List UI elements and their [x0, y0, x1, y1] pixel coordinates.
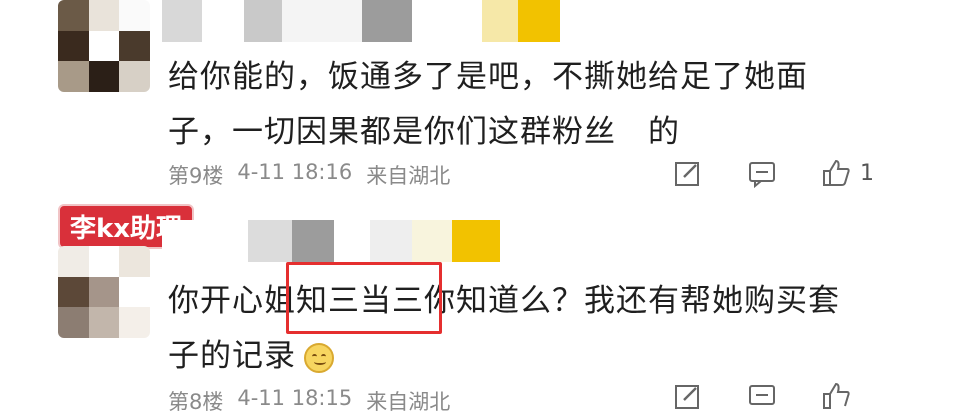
thumb-up-icon[interactable]	[818, 378, 854, 413]
reply-icon[interactable]	[744, 378, 780, 413]
reply-icon[interactable]	[744, 155, 780, 191]
comment-text-line: 子的记录	[168, 329, 840, 384]
comment-text-line: 给你能的，饭通多了是吧，不撕她给足了她面	[168, 59, 808, 95]
text-segment: 子的记录	[168, 338, 296, 374]
avatar[interactable]	[58, 246, 150, 338]
timestamp: 4-11 18:16	[237, 160, 353, 184]
text-segment: 你知道么？我还有帮她购买套	[424, 283, 840, 319]
location: 来自湖北	[366, 164, 451, 188]
text-segment: 你开心姐	[168, 283, 296, 319]
comment-item: 给你能的，饭通多了是吧，不撕她给足了她面 子，一切因果都是你们这群粉丝 的 第9…	[0, 0, 961, 198]
username-redacted[interactable]	[162, 0, 560, 42]
comment-text-line: 子，一切因果都是你们这群粉丝 的	[168, 114, 680, 150]
username-redacted[interactable]	[162, 220, 500, 262]
timestamp: 4-11 18:15	[237, 386, 353, 410]
avatar[interactable]	[58, 0, 150, 92]
edit-icon[interactable]	[670, 378, 706, 413]
comment-text-line: 你开心姐知三当三你知道么？我还有帮她购买套	[168, 274, 840, 329]
comment-meta: 第8楼 4-11 18:15 来自湖北	[168, 386, 450, 413]
like-count: 1	[860, 160, 874, 186]
location: 来自湖北	[366, 390, 451, 413]
comment-meta: 第9楼 4-11 18:16 来自湖北	[168, 160, 450, 190]
comment-text: 给你能的，饭通多了是吧，不撕她给足了她面 子，一切因果都是你们这群粉丝 的	[168, 50, 808, 160]
floor-number: 第9楼	[168, 164, 224, 188]
thumb-up-icon[interactable]	[818, 155, 854, 191]
floor-number: 第8楼	[168, 390, 224, 413]
comment-text: 你开心姐知三当三你知道么？我还有帮她购买套 子的记录	[168, 274, 840, 384]
annotation-highlight-box	[286, 262, 442, 334]
smile-emoji-icon	[304, 342, 334, 373]
comment-actions: 1	[670, 155, 874, 191]
edit-icon[interactable]	[670, 155, 706, 191]
comment-item: 李kx助理 你开心姐知三当三你知道么？我还有帮她购买套 子的记录 第8楼 4-1…	[0, 198, 961, 413]
comment-actions	[670, 378, 854, 413]
